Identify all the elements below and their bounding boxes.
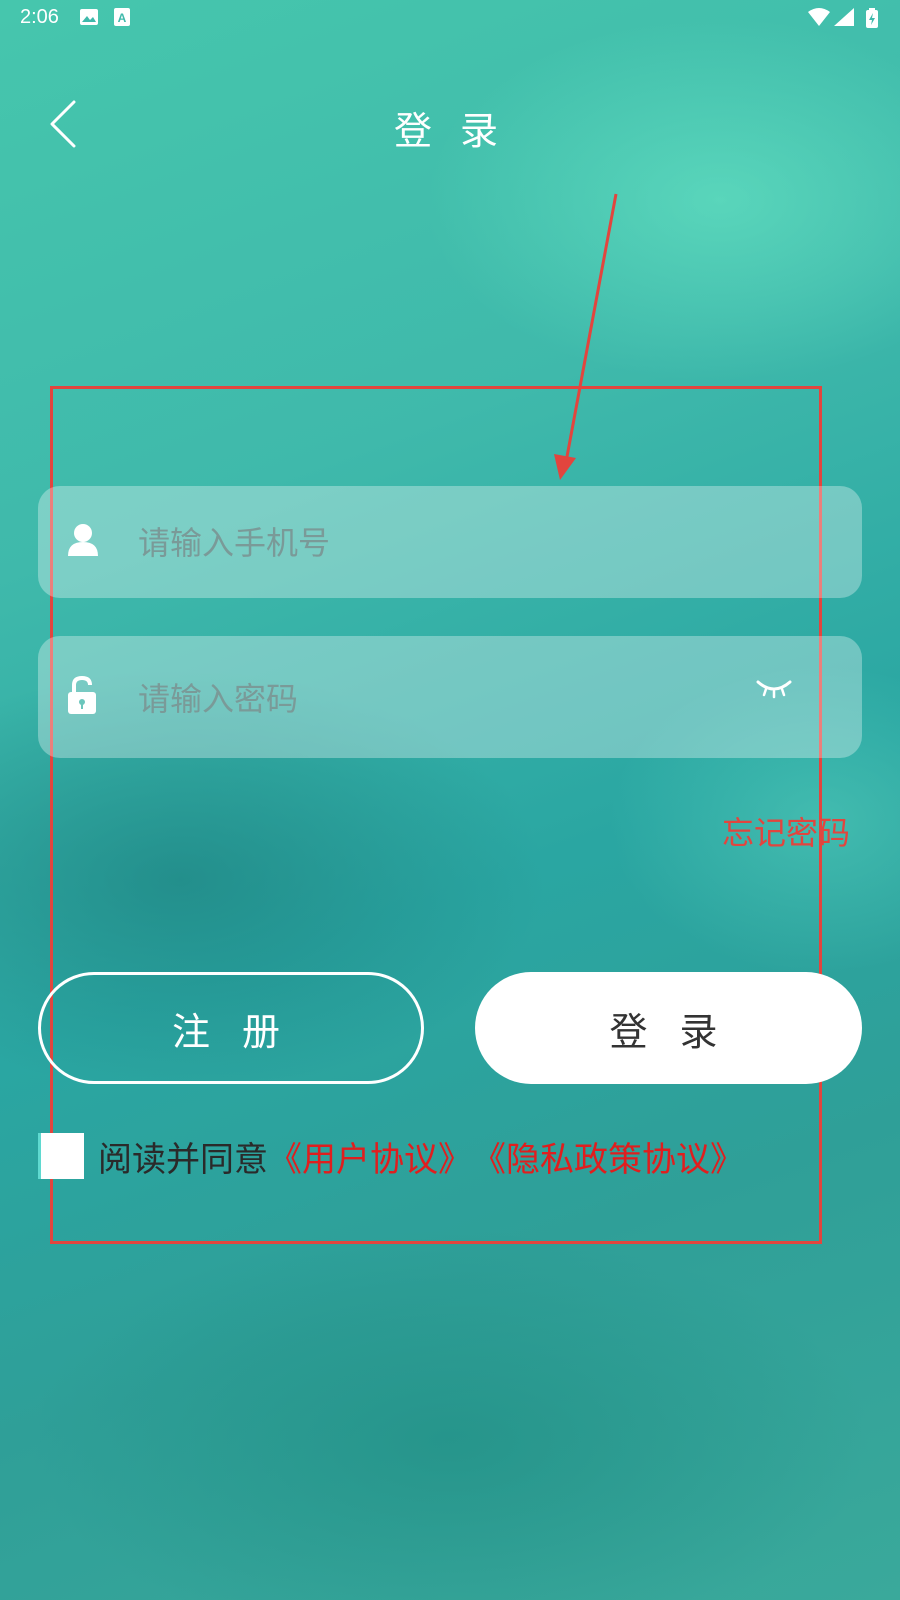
phone-input[interactable] [136,510,740,576]
agreement-prefix: 阅读并同意 [98,1139,268,1180]
password-field[interactable] [38,636,862,758]
privacy-policy-link[interactable]: 《隐私政策协议》 [472,1132,744,1181]
agreement-row: 阅读并同意 《用户协议》 《隐私政策协议》 [38,1132,744,1180]
eye-closed-icon[interactable] [756,676,792,704]
password-input[interactable] [136,666,740,732]
user-icon [66,522,100,562]
agree-checkbox[interactable] [38,1133,84,1179]
unlock-icon [66,675,98,718]
phone-field[interactable] [38,486,862,598]
user-agreement-link[interactable]: 《用户协议》 [268,1132,472,1181]
forgot-password-link[interactable]: 忘记密码 [722,808,850,854]
register-button[interactable]: 注 册 [38,972,424,1084]
login-button[interactable]: 登 录 [475,972,862,1084]
